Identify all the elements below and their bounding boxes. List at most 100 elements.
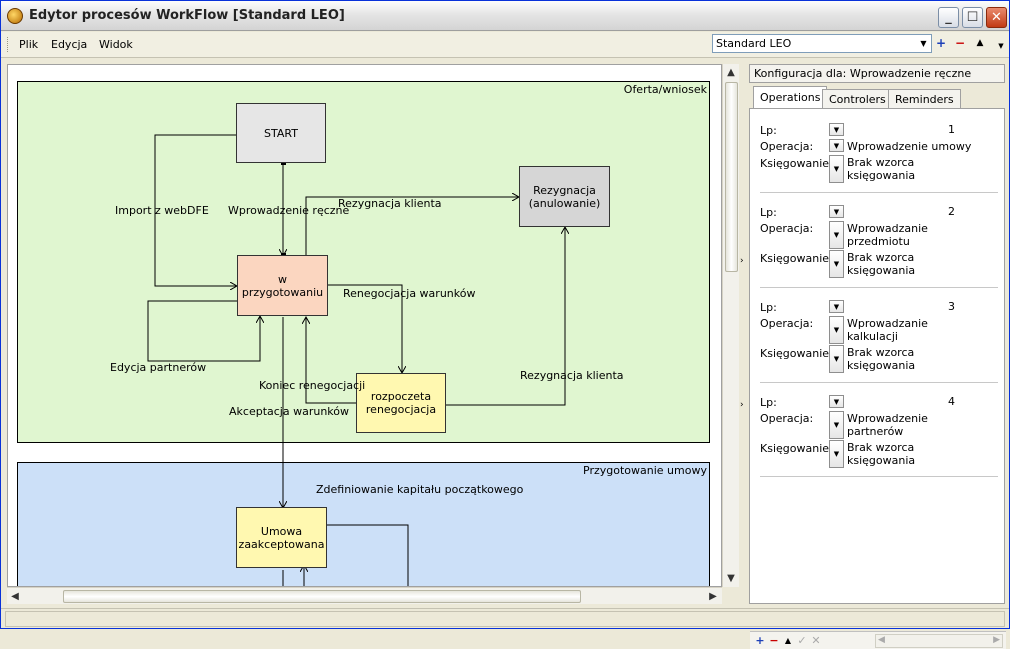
ksiegowanie-label: Księgowanie: [760,442,833,455]
menu-plik[interactable]: Plik [19,38,38,51]
lp-dropdown[interactable]: ▼ [829,123,844,136]
workflow-select-value: Standard LEO [716,37,792,50]
move-up-icon[interactable]: ▲ [973,36,987,50]
edge-zdefiniowanie [325,510,409,586]
operations-toolbar: + − ▲ ✓ ✕ ◀ ▶ [750,631,1006,649]
status-panel [5,611,1005,627]
operacja-value: Wprowadzanie przedmiotu [847,222,928,248]
ksiegowanie-label: Księgowanie: [760,157,833,170]
config-panel: Konfiguracja dla: Wprowadzenie ręczne Op… [749,64,1006,649]
edges-layer [147,134,722,586]
canvas-horizontal-scrollbar[interactable]: ◀ ▶ [7,587,722,604]
operations-list: Lp: ▼ 1 Operacja: ▼ Wprowadzenie umowy K… [749,108,1006,649]
node-w-przygotowaniu[interactable]: w przygotowaniu [237,255,328,316]
status-bar [1,608,1009,628]
tab-controlers[interactable]: Controlers [822,89,893,109]
scroll-down-icon[interactable]: ▼ [723,570,739,586]
overflow-chevron-icon[interactable]: ▼ [994,39,1008,53]
node-rezygnacja[interactable]: Rezygnacja (anulowanie) [519,166,610,227]
lp-value: 3 [948,300,955,313]
config-header: Konfiguracja dla: Wprowadzenie ręczne [749,64,1005,83]
ksiegowanie-value: Brak wzorca księgowania [847,251,916,277]
add-operation-icon[interactable]: + [754,634,766,647]
remove-operation-icon[interactable]: − [768,634,780,647]
lp-dropdown[interactable]: ▼ [829,205,844,218]
scroll-left-icon[interactable]: ◀ [7,588,23,604]
operacja-label: Operacja: [760,317,814,330]
vertical-scroll-thumb[interactable] [725,82,738,272]
tab-reminders[interactable]: Reminders [888,89,961,109]
cancel-icon[interactable]: ✕ [810,634,822,647]
scroll-right-icon[interactable]: ▶ [993,635,1000,645]
lp-dropdown[interactable]: ▼ [829,300,844,313]
node-umowa-zaakceptowana[interactable]: Umowa zaakceptowana [236,507,327,568]
operacja-value: Wprowadzenie partnerów [847,412,928,438]
move-up-icon[interactable]: ▲ [782,634,794,646]
node-start[interactable]: START [236,103,326,163]
ksiegowanie-dropdown[interactable]: ▼ [829,155,844,183]
operacja-value: Wprowadzanie kalkulacji [847,317,928,343]
scroll-right-icon[interactable]: ▶ [705,588,721,604]
app-icon [7,8,23,24]
lp-value: 4 [948,395,955,408]
ksiegowanie-label: Księgowanie: [760,347,833,360]
horizontal-scroll-thumb[interactable] [63,590,581,603]
ksiegowanie-dropdown[interactable]: ▼ [829,345,844,373]
operacja-value: Wprowadzenie umowy [847,140,972,153]
divider [760,382,998,383]
operations-horizontal-scrollbar[interactable]: ◀ ▶ [875,634,1003,648]
operacja-label: Operacja: [760,222,814,235]
lp-label: Lp: [760,206,777,219]
chevron-down-icon[interactable]: ▼ [917,36,930,51]
collapse-arrow-icon[interactable]: › [740,256,744,266]
close-icon: ✕ [991,10,1002,25]
collapse-arrow-icon[interactable]: › [740,400,744,410]
lp-label: Lp: [760,301,777,314]
edge-label-import: Import z webDFE [115,204,209,217]
ksiegowanie-dropdown[interactable]: ▼ [829,250,844,278]
menu-edycja[interactable]: Edycja [51,38,87,51]
divider [760,287,998,288]
edge-label-wprowadzenie: Wprowadzenie ręczne [228,204,350,217]
lp-dropdown[interactable]: ▼ [829,395,844,408]
scroll-up-icon[interactable]: ▲ [723,64,739,80]
menu-widok[interactable]: Widok [99,38,133,51]
lp-value: 2 [948,205,955,218]
divider [760,476,998,477]
workflow-select[interactable]: Standard LEO ▼ [712,34,932,53]
divider [760,192,998,193]
operacja-label: Operacja: [760,140,814,153]
toolbar-grip[interactable] [7,37,10,52]
edge-label-edycja: Edycja partnerów [110,361,207,374]
edge-label-akceptacja: Akceptacja warunków [229,405,349,418]
title-bar[interactable]: Edytor procesów WorkFlow [Standard LEO] … [1,1,1009,31]
ksiegowanie-value: Brak wzorca księgowania [847,441,916,467]
checkmark-icon[interactable]: ✓ [796,634,808,647]
tab-operations[interactable]: Operations [753,86,828,109]
add-icon[interactable]: + [934,36,948,50]
operacja-dropdown[interactable]: ▼ [829,221,844,249]
minimize-button[interactable]: _ [938,7,959,28]
scroll-left-icon[interactable]: ◀ [878,635,885,645]
edge-label-rezygnacja-top: Rezygnacja klienta [338,197,442,210]
ksiegowanie-dropdown[interactable]: ▼ [829,440,844,468]
window-title: Edytor procesów WorkFlow [Standard LEO] [29,8,345,23]
operacja-dropdown[interactable]: ▼ [829,139,844,152]
maximize-button[interactable]: ☐ [962,7,983,28]
lp-value: 1 [948,123,955,136]
config-tabs: Operations Controlers Reminders [749,86,1005,109]
minimize-icon: _ [945,10,952,25]
remove-icon[interactable]: − [953,36,967,50]
operacja-dropdown[interactable]: ▼ [829,316,844,344]
operacja-dropdown[interactable]: ▼ [829,411,844,439]
ksiegowanie-value: Brak wzorca księgowania [847,156,916,182]
edge-label-koniec: Koniec renegocjacji [259,379,366,392]
diagram-canvas[interactable]: Oferta/wniosek Przygotowanie umowy START… [7,64,722,587]
node-renegocjacja[interactable]: rozpoczeta renegocjacja [356,373,446,433]
lp-label: Lp: [760,396,777,409]
close-button[interactable]: ✕ [986,7,1007,28]
edge-label-rezygnacja-right: Rezygnacja klienta [520,369,624,382]
main-window: Edytor procesów WorkFlow [Standard LEO] … [0,0,1010,649]
canvas-vertical-scrollbar[interactable]: ▲ ▼ [722,64,739,587]
panel-splitter[interactable]: › › [739,64,747,604]
